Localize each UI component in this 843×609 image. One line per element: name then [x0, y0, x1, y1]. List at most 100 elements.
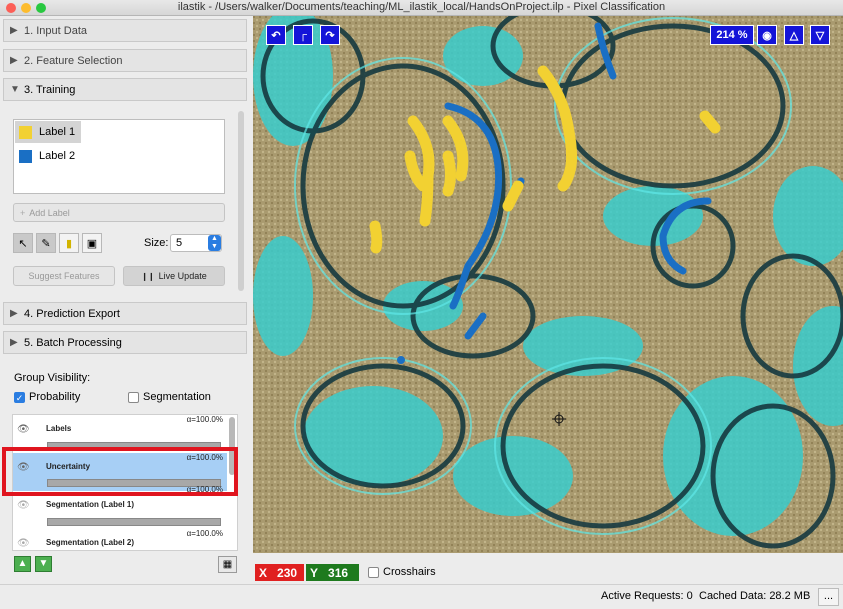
eye-icon[interactable]: 👁: [17, 500, 30, 511]
memory-details-button[interactable]: ...: [818, 588, 839, 606]
probability-checkbox[interactable]: ✓ Probability: [14, 391, 80, 403]
applet-prediction-export[interactable]: ▶ 4. Prediction Export: [3, 302, 247, 325]
layer-row-segmentation-label-1[interactable]: 👁 Segmentation (Label 1) α=100.0%: [13, 485, 227, 529]
suggest-features-text: Suggest Features: [28, 271, 100, 281]
probability-label: Probability: [29, 391, 81, 403]
undo-icon: ↶: [271, 29, 281, 42]
slice-down-button[interactable]: ▽: [810, 25, 830, 45]
redo-button[interactable]: ↷: [320, 25, 340, 45]
label-color-swatch[interactable]: [19, 149, 32, 163]
eraser-tool-button[interactable]: ▮: [59, 233, 79, 253]
y-label: Y: [310, 565, 319, 580]
checkbox-icon: [128, 391, 139, 403]
export-layer-button[interactable]: ▦: [218, 556, 237, 573]
pointer-icon: ↖: [18, 237, 28, 250]
triangle-down-icon: ▽: [815, 29, 825, 42]
y-coordinate: Y 316: [306, 564, 359, 581]
pointer-tool-button[interactable]: ↖: [13, 233, 33, 253]
applet-input-data[interactable]: ▶ 1. Input Data: [3, 19, 247, 42]
arrow-down-icon: ▼: [38, 558, 49, 569]
checkmark-icon: ✓: [14, 391, 25, 403]
applet-feature-selection[interactable]: ▶ 2. Feature Selection: [3, 49, 247, 72]
more-text: ...: [823, 590, 834, 602]
label-list: Label 1 Label 2: [13, 119, 225, 194]
corner-icon: ┌: [299, 29, 307, 41]
chevron-right-icon: ▶: [10, 308, 18, 319]
layer-row-segmentation-label-2[interactable]: 👁 Segmentation (Label 2) α=100.0%: [13, 529, 227, 550]
active-requests: Active Requests: 0: [601, 590, 693, 602]
segmentation-label: Segmentation: [143, 391, 211, 403]
move-layer-down-button[interactable]: ▼: [35, 556, 52, 572]
window-title-bar: ilastik - /Users/walker/Documents/teachi…: [0, 0, 843, 16]
thresholding-tool-button[interactable]: ▣: [82, 233, 102, 253]
move-layer-up-button[interactable]: ▲: [14, 556, 31, 572]
arrow-up-icon: ▲: [17, 558, 28, 569]
x-value: 230: [277, 565, 298, 580]
maximize-view-button[interactable]: ┌: [293, 25, 313, 45]
triangle-up-icon: △: [789, 29, 799, 42]
chevron-right-icon: ▶: [10, 337, 18, 348]
screenshot-button[interactable]: ◉: [757, 25, 777, 45]
add-label-text: Add Label: [29, 207, 70, 218]
x-coordinate: X 230: [255, 564, 304, 581]
eye-icon[interactable]: 👁: [17, 424, 30, 435]
minimize-window-button[interactable]: [21, 3, 31, 13]
applet-label: 1. Input Data: [24, 24, 87, 37]
applet-label: 4. Prediction Export: [24, 307, 120, 320]
undo-button[interactable]: ↶: [266, 25, 286, 45]
brush-size-spinbox[interactable]: 5 ▲ ▼: [170, 234, 222, 252]
label-name: Label 2: [39, 150, 76, 162]
zoom-level-indicator[interactable]: 214 %: [710, 25, 754, 45]
chevron-down-icon: ▼: [10, 84, 20, 95]
layer-name: Labels: [46, 424, 72, 433]
crosshairs-label: Crosshairs: [383, 566, 436, 578]
spinbox-arrows-icon[interactable]: ▲ ▼: [208, 235, 221, 251]
segmentation-checkbox[interactable]: Segmentation: [128, 391, 211, 403]
slice-up-button[interactable]: △: [784, 25, 804, 45]
live-update-button[interactable]: ❙❙ Live Update: [123, 266, 225, 286]
crosshairs-checkbox[interactable]: Crosshairs: [368, 566, 436, 578]
redo-icon: ↷: [325, 29, 335, 42]
training-scrollbar[interactable]: [238, 111, 244, 291]
cached-data: Cached Data: 28.2 MB: [699, 590, 811, 602]
pause-icon: ❙❙: [141, 271, 155, 281]
applet-label: 3. Training: [24, 83, 76, 96]
export-icon: ▦: [222, 559, 233, 570]
annotation-highlight-box: [2, 447, 238, 496]
applet-label: 2. Feature Selection: [24, 54, 123, 67]
chevron-right-icon: ▶: [10, 25, 18, 36]
layer-name: Segmentation (Label 2): [46, 538, 135, 547]
label-row-2[interactable]: Label 2: [15, 145, 81, 167]
y-value: 316: [328, 565, 349, 580]
brush-icon: ✎: [41, 237, 51, 250]
layer-opacity: α=100.0%: [186, 415, 223, 424]
suggest-features-button[interactable]: Suggest Features: [13, 266, 115, 286]
applet-training[interactable]: ▼ 3. Training: [3, 78, 247, 101]
brush-tool-button[interactable]: ✎: [36, 233, 56, 253]
close-window-button[interactable]: [6, 3, 16, 13]
camera-icon: ◉: [762, 29, 772, 42]
chevron-right-icon: ▶: [10, 55, 18, 66]
add-label-button[interactable]: + Add Label: [13, 203, 225, 222]
layer-opacity: α=100.0%: [186, 529, 223, 538]
brush-size-label: Size:: [144, 237, 169, 249]
plus-icon: +: [20, 207, 26, 218]
label-row-1[interactable]: Label 1: [15, 121, 81, 143]
zoom-level-text: 214 %: [716, 29, 748, 41]
eye-icon[interactable]: 👁: [17, 538, 30, 549]
applet-label: 5. Batch Processing: [24, 336, 122, 349]
live-update-text: Live Update: [158, 271, 207, 281]
layer-opacity-bar[interactable]: [47, 518, 221, 526]
label-color-swatch[interactable]: [19, 125, 32, 139]
microscopy-image[interactable]: [253, 16, 843, 553]
applet-batch-processing[interactable]: ▶ 5. Batch Processing: [3, 331, 247, 354]
brush-size-value: 5: [176, 237, 183, 249]
group-visibility-title: Group Visibility:: [14, 372, 91, 384]
x-label: X: [259, 565, 268, 580]
rectangle-icon: ▣: [86, 237, 98, 250]
label-name: Label 1: [39, 126, 76, 138]
checkbox-icon: [368, 566, 379, 578]
image-viewer[interactable]: ↶ ┌ ↷ 214 % ◉ △ ▽: [253, 16, 843, 553]
layer-name: Segmentation (Label 1): [46, 500, 135, 509]
zoom-window-button[interactable]: [36, 3, 46, 13]
